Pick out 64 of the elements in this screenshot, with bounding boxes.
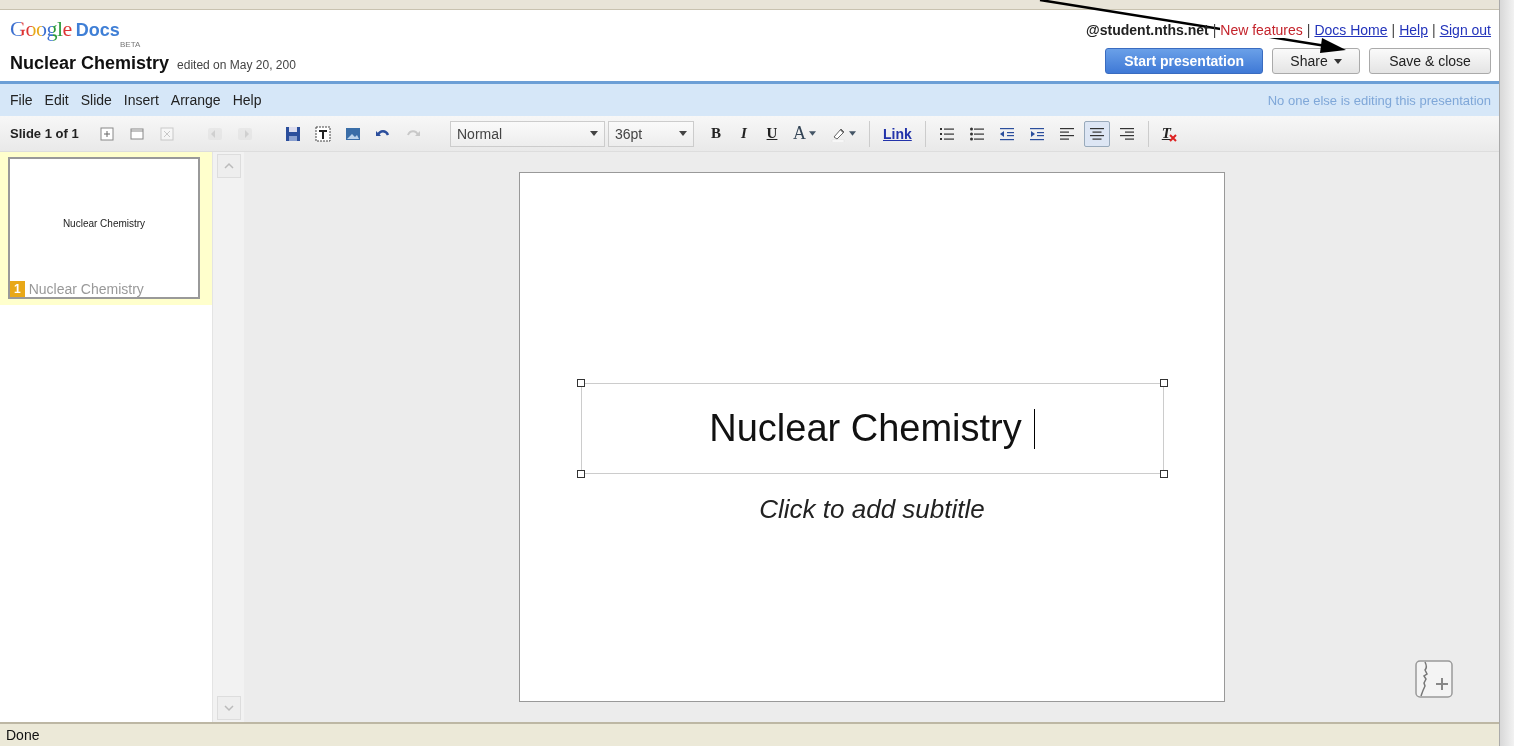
subtitle-placeholder[interactable]: Click to add subtitle <box>759 494 985 525</box>
slide-thumbnail[interactable]: Nuclear Chemistry 1 Nuclear Chemistry <box>8 157 200 299</box>
text-color-button[interactable]: A <box>788 120 821 147</box>
header-link[interactable]: New features <box>1220 22 1303 38</box>
save-close-button[interactable]: Save & close <box>1369 48 1491 74</box>
link-divider: | <box>1432 22 1436 38</box>
collaboration-status: No one else is editing this presentation <box>1267 92 1491 108</box>
link-divider: | <box>1306 22 1311 38</box>
slide-thumbnail-item[interactable]: Nuclear Chemistry 1 Nuclear Chemistry <box>0 152 212 305</box>
plus-icon <box>99 125 115 142</box>
caret-icon <box>1333 58 1342 64</box>
resize-handle[interactable] <box>576 379 585 387</box>
menu-item[interactable]: Edit <box>44 92 69 108</box>
menu-item[interactable]: Insert <box>123 92 159 108</box>
menu-item[interactable]: Arrange <box>170 92 221 108</box>
outdent-icon <box>998 125 1015 142</box>
align-left-icon <box>1058 125 1075 142</box>
beta-label: BETA <box>120 40 141 49</box>
profile-plus-icon[interactable] <box>1415 660 1453 698</box>
resize-handle[interactable] <box>1159 470 1168 478</box>
text-box-icon <box>315 125 331 142</box>
bold-button[interactable]: B <box>704 120 728 147</box>
underline-button[interactable]: U <box>760 120 784 147</box>
menu-item[interactable]: Slide <box>80 92 112 108</box>
font-size-select[interactable]: 36pt <box>608 120 694 147</box>
link-button[interactable]: Link <box>878 120 917 147</box>
indent-icon <box>1028 125 1045 142</box>
style-select[interactable]: Normal <box>450 120 605 147</box>
caret-icon <box>679 131 687 136</box>
menu-item[interactable]: Help <box>232 92 262 108</box>
clear-formatting-button[interactable]: T <box>1156 120 1182 147</box>
caret-icon <box>809 131 816 136</box>
resize-handle[interactable] <box>576 470 585 478</box>
header-link[interactable]: Docs Home <box>1314 22 1388 38</box>
caret-icon <box>849 131 856 136</box>
thumbnail-title: Nuclear Chemistry <box>61 218 147 231</box>
slide-counter: Slide 1 of 1 <box>10 126 80 141</box>
slide-canvas[interactable]: Nuclear Chemistry Click to add subtitle <box>519 172 1225 702</box>
bulleted-list-icon <box>968 125 985 142</box>
align-center-button[interactable] <box>1083 120 1110 147</box>
align-right-icon <box>1118 125 1135 142</box>
slide-number-badge: 1 <box>10 281 25 297</box>
numbered-list-icon <box>938 125 955 142</box>
image-icon <box>345 125 361 142</box>
document-title[interactable]: Nuclear Chemistry <box>10 53 170 74</box>
save-icon <box>285 125 301 142</box>
logo-product: Docs <box>75 20 120 41</box>
link-divider: | <box>1212 22 1217 38</box>
align-center-icon <box>1088 125 1105 142</box>
link-divider: | <box>1391 22 1396 38</box>
header-link[interactable]: Sign out <box>1439 22 1491 38</box>
edited-date: edited on May 20, 200 <box>177 58 296 72</box>
resize-handle[interactable] <box>1159 379 1168 387</box>
status-text: Done <box>6 727 40 743</box>
caret-icon <box>590 131 598 136</box>
slide-caption: Nuclear Chemistry <box>28 281 144 297</box>
share-button[interactable]: Share <box>1272 48 1360 74</box>
close-icon <box>159 125 175 142</box>
italic-button[interactable]: I <box>732 120 756 147</box>
slide-title[interactable]: Nuclear Chemistry <box>709 407 1022 450</box>
account-email: @student.nths.net <box>1086 22 1209 38</box>
window-icon <box>129 125 145 142</box>
menu-item[interactable]: File <box>10 92 33 108</box>
header-link[interactable]: Help <box>1399 22 1428 38</box>
